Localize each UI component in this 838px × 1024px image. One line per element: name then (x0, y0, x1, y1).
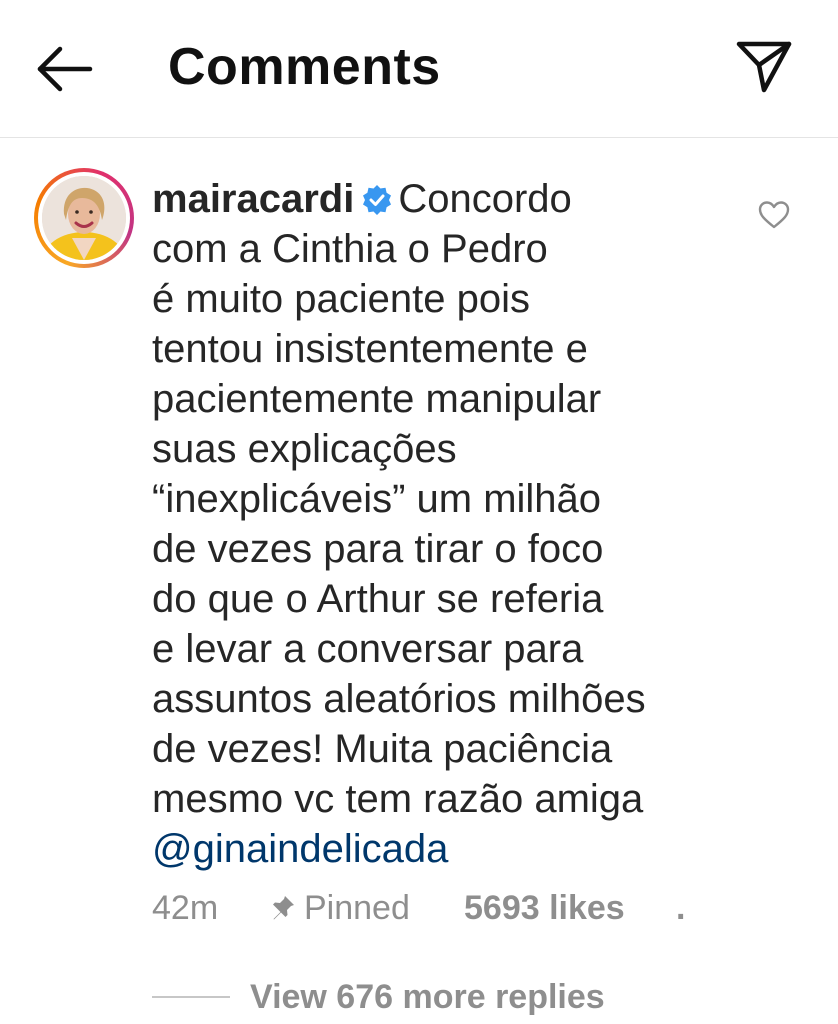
likes-count-button[interactable]: 5693 likes (464, 888, 625, 928)
username-link[interactable]: mairacardi (152, 177, 354, 221)
comment-text-line: assuntos aleatórios milhões (152, 677, 646, 721)
view-replies-button[interactable]: View 676 more replies (152, 974, 712, 1024)
mention-link[interactable]: @ginaindelicada (152, 824, 712, 874)
paper-plane-icon (736, 41, 792, 93)
like-button[interactable] (758, 200, 790, 230)
story-ring[interactable] (34, 168, 134, 268)
pin-icon (273, 896, 294, 920)
comment-text-line: Concordo (398, 177, 572, 221)
comment-text-line: mesmo vc tem razão amiga (152, 777, 644, 821)
share-button[interactable] (734, 38, 794, 94)
comment-text-line: com a Cinthia o Pedro (152, 227, 548, 271)
verified-badge-icon (363, 185, 392, 215)
comment-text-line: pacientemente manipular (152, 377, 602, 421)
comment-text: mairacardi Concordo com a Cinthia o Pedr… (152, 174, 712, 874)
page-title: Comments (168, 38, 441, 96)
comment-text-line: tentou insistentemente e (152, 327, 588, 371)
comment-text-line: e levar a conversar para (152, 627, 584, 671)
back-button[interactable] (34, 44, 96, 94)
pinned-text: Pinned (304, 889, 410, 927)
arrow-left-icon (37, 46, 93, 92)
replies-divider (152, 996, 230, 998)
comment-time: 42m (152, 889, 219, 927)
heart-icon (758, 201, 790, 229)
more-options-button[interactable]: . (676, 888, 700, 928)
comment-text-line: é muito paciente pois (152, 277, 531, 321)
comment-text-line: de vezes! Muita paciência (152, 727, 613, 771)
pinned-label: Pinned (270, 888, 410, 928)
comment-text-line: “inexplicáveis” um milhão (152, 477, 602, 521)
comment-text-line: de vezes para tirar o foco (152, 527, 604, 571)
comment-text-line: do que o Arthur se referia (152, 577, 604, 621)
comment-meta: 42m Pinned 5693 likes . (152, 888, 712, 928)
avatar (42, 176, 126, 260)
comment-text-line: suas explicações (152, 427, 457, 471)
top-bar: Comments (0, 0, 838, 138)
view-replies-label: View 676 more replies (250, 978, 605, 1016)
